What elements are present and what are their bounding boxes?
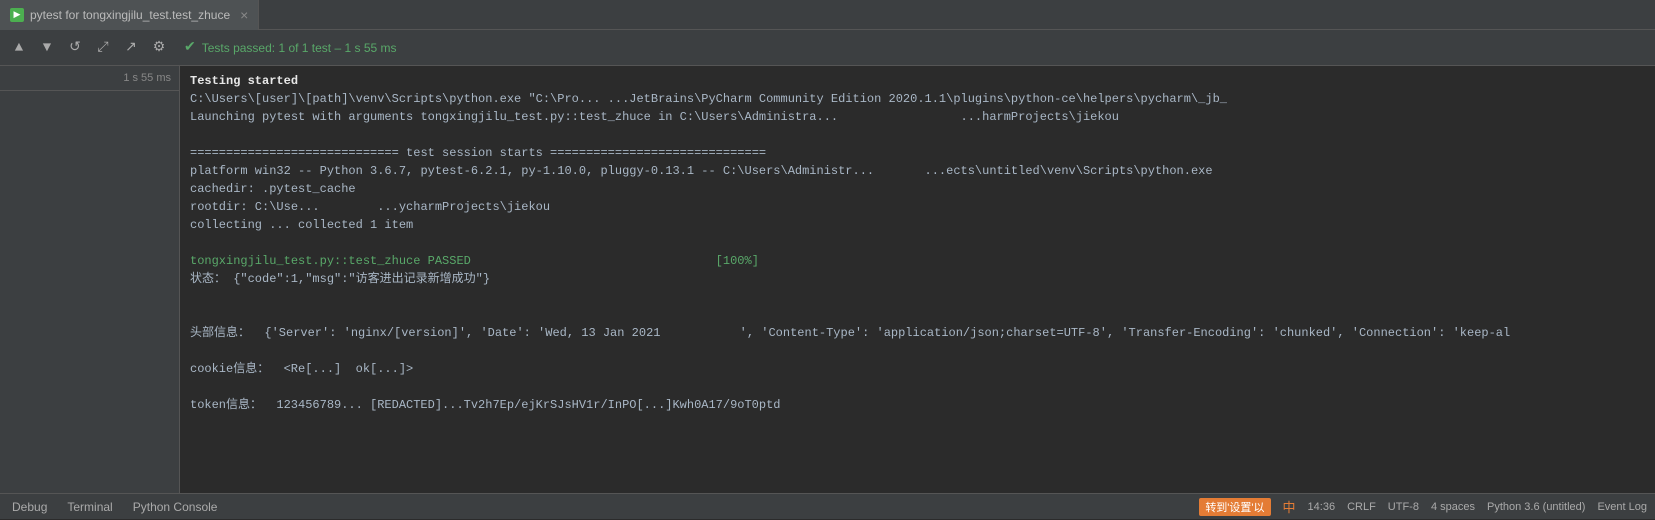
console-line-passed: tongxingjilu_test.py::test_zhuce PASSED … bbox=[190, 252, 1645, 270]
console-line: 头部信息： {'Server': 'nginx/[version]', 'Dat… bbox=[190, 324, 1645, 342]
console-line: rootdir: C:\Use... ...ycharmProjects\jie… bbox=[190, 198, 1645, 216]
time-display: 14:36 bbox=[1308, 501, 1336, 513]
tab-terminal-label: Terminal bbox=[67, 500, 112, 514]
scroll-down-button[interactable]: ▼ bbox=[36, 37, 58, 59]
input-method-indicator: 中 bbox=[1283, 497, 1296, 516]
console-line: cookie信息： <Re[...] ok[...]> bbox=[190, 360, 1645, 378]
tab-debug-label: Debug bbox=[12, 500, 47, 514]
tab-icon: ▶ bbox=[10, 8, 24, 22]
console-output: Testing started C:\Users\[user]\[path]\v… bbox=[180, 66, 1655, 493]
status-area: ✔ Tests passed: 1 of 1 test – 1 s 55 ms bbox=[184, 39, 397, 56]
console-line bbox=[190, 126, 1645, 144]
scroll-up-button[interactable]: ▲ bbox=[8, 37, 30, 59]
console-line: platform win32 -- Python 3.6.7, pytest-6… bbox=[190, 162, 1645, 180]
console-line bbox=[190, 306, 1645, 324]
console-line: C:\Users\[user]\[path]\venv\Scripts\pyth… bbox=[190, 90, 1645, 108]
tab-debug[interactable]: Debug bbox=[8, 494, 51, 520]
console-line bbox=[190, 234, 1645, 252]
main-tab[interactable]: ▶ pytest for tongxingjilu_test.test_zhuc… bbox=[0, 0, 259, 30]
sidebar-timestamp: 1 s 55 ms bbox=[0, 66, 179, 91]
toolbar: ▲ ▼ ↺ ⤢ ↗ ⚙ ✔ Tests passed: 1 of 1 test … bbox=[0, 30, 1655, 66]
console-line: 状态： {"code":1,"msg":"访客进出记录新增成功"} bbox=[190, 270, 1645, 288]
tab-terminal[interactable]: Terminal bbox=[63, 494, 116, 520]
encoding[interactable]: UTF-8 bbox=[1388, 501, 1419, 513]
console-line bbox=[190, 378, 1645, 396]
tab-close-button[interactable]: × bbox=[240, 7, 248, 23]
settings-hint: 转到'设置'以 bbox=[1199, 498, 1270, 516]
expand-button[interactable]: ⤢ bbox=[92, 37, 114, 59]
console-line: collecting ... collected 1 item bbox=[190, 216, 1645, 234]
console-line bbox=[190, 342, 1645, 360]
python-version[interactable]: Python 3.6 (untitled) bbox=[1487, 501, 1585, 513]
console-line: cachedir: .pytest_cache bbox=[190, 180, 1645, 198]
line-ending[interactable]: CRLF bbox=[1347, 501, 1376, 513]
left-sidebar: 1 s 55 ms bbox=[0, 66, 180, 493]
status-passed-text: Tests passed: 1 of 1 test – 1 s 55 ms bbox=[202, 41, 397, 55]
bottom-right-status: 转到'设置'以 中 14:36 CRLF UTF-8 4 spaces Pyth… bbox=[1199, 497, 1647, 516]
console-line: Testing started bbox=[190, 72, 1645, 90]
rerun-button[interactable]: ↺ bbox=[64, 37, 86, 59]
settings-button[interactable]: ⚙ bbox=[148, 37, 170, 59]
export-button[interactable]: ↗ bbox=[120, 37, 142, 59]
check-icon: ✔ bbox=[184, 39, 196, 56]
main-layout: 1 s 55 ms Testing started C:\Users\[user… bbox=[0, 66, 1655, 493]
console-line bbox=[190, 288, 1645, 306]
console-line: ============================= test sessi… bbox=[190, 144, 1645, 162]
console-line: token信息： 123456789... [REDACTED]...Tv2h7… bbox=[190, 396, 1645, 414]
bottom-bar: Debug Terminal Python Console 转到'设置'以 中 … bbox=[0, 493, 1655, 519]
tab-label: pytest for tongxingjilu_test.test_zhuce bbox=[30, 8, 230, 22]
tab-python-console[interactable]: Python Console bbox=[129, 494, 222, 520]
event-log[interactable]: Event Log bbox=[1597, 501, 1647, 513]
tab-python-console-label: Python Console bbox=[133, 500, 218, 514]
tab-bar: ▶ pytest for tongxingjilu_test.test_zhuc… bbox=[0, 0, 1655, 30]
indent-setting[interactable]: 4 spaces bbox=[1431, 501, 1475, 513]
console-line: Launching pytest with arguments tongxing… bbox=[190, 108, 1645, 126]
